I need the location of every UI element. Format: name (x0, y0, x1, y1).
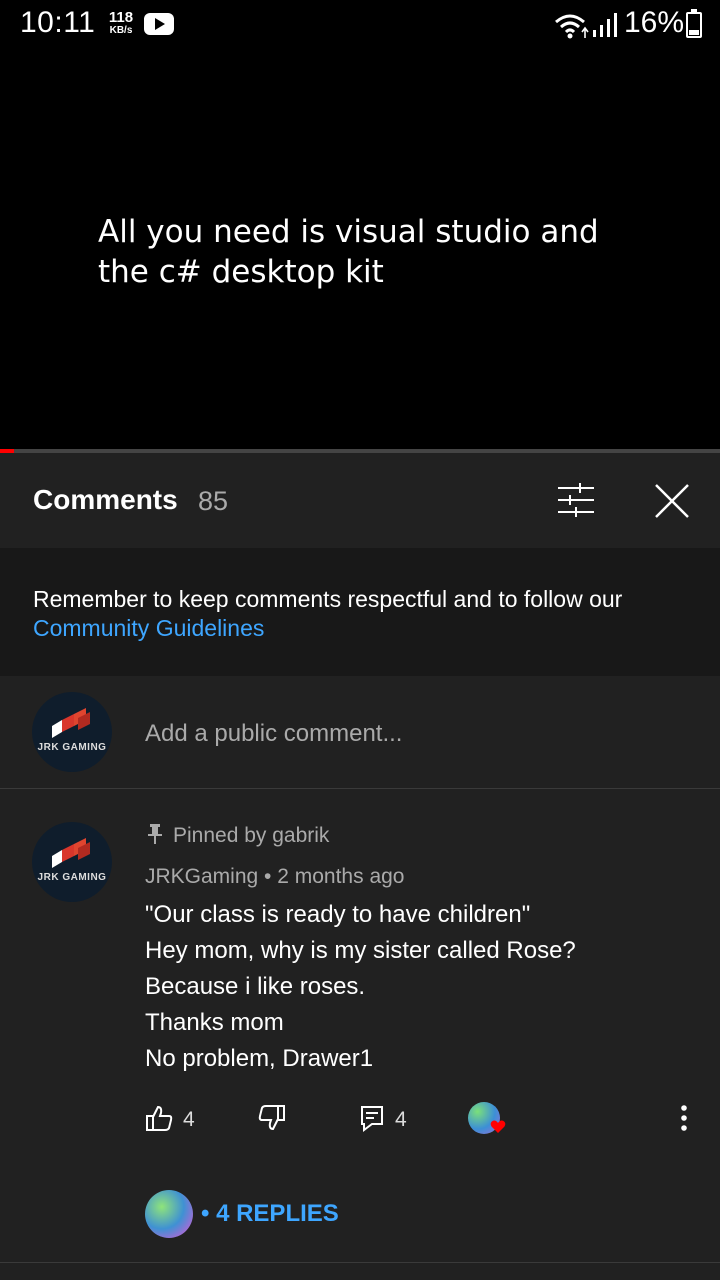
reply-count: 4 (395, 1108, 407, 1131)
video-player[interactable]: All you need is visual studio and the c#… (0, 50, 720, 452)
signal-icon (593, 13, 617, 37)
comment-line: Thanks mom (145, 1009, 284, 1036)
comment-time: 2 months ago (277, 865, 405, 888)
video-caption-line-1: All you need is visual studio and (98, 214, 599, 250)
comment-line: Hey mom, why is my sister called Rose? (145, 937, 576, 964)
user-avatar[interactable]: JRK GAMING (32, 692, 112, 772)
network-speed: 118 KB/s (104, 10, 138, 36)
video-caption: All you need is visual studio and the c#… (98, 212, 658, 292)
battery-icon (686, 9, 702, 38)
wifi-icon (555, 14, 589, 39)
comment-line: No problem, Drawer1 (145, 1045, 374, 1072)
close-icon[interactable] (652, 481, 692, 521)
comments-header: Comments 85 (0, 453, 720, 548)
divider (0, 1262, 720, 1263)
status-bar: 10:11 118 KB/s 16% (0, 0, 720, 50)
dislike-button[interactable] (258, 1090, 290, 1146)
replies-text: 4 REPLIES (216, 1200, 339, 1227)
meta-separator: • (264, 865, 278, 888)
notice-text: Remember to keep comments respectful and… (33, 586, 623, 612)
comment-body: "Our class is ready to have children" He… (145, 897, 576, 1077)
network-speed-unit: KB/s (109, 25, 133, 36)
reply-button[interactable]: 4 (360, 1090, 420, 1146)
pinned-text: Pinned by gabrik (173, 824, 330, 847)
comment-line: "Our class is ready to have children" (145, 901, 531, 928)
battery-percent: 16% (624, 6, 685, 39)
heart-icon (490, 1120, 506, 1133)
comments-panel: Comments 85 Remember to keep comments re… (0, 453, 720, 1280)
reply-author-avatar (145, 1190, 193, 1238)
reply-icon (361, 1106, 383, 1132)
replies-label[interactable]: • 4 REPLIES (201, 1200, 339, 1228)
community-guidelines-link[interactable]: Community Guidelines (33, 615, 264, 641)
like-count: 4 (183, 1108, 195, 1131)
comment-author-avatar[interactable]: JRK GAMING (32, 822, 112, 902)
comments-title: Comments (33, 484, 178, 515)
pin-icon (148, 824, 162, 844)
clock: 10:11 (20, 6, 96, 39)
avatar-label: JRK GAMING (37, 742, 107, 753)
sort-filter-icon[interactable] (556, 481, 596, 519)
comment-author[interactable]: JRKGaming (145, 865, 258, 888)
pinned-indicator: Pinned by gabrik (145, 823, 329, 848)
youtube-notification-icon (144, 13, 174, 35)
pinned-comment: JRK GAMING Pinned by gabrik JRKGaming • … (0, 790, 720, 1260)
add-comment-row[interactable]: JRK GAMING Add a public comment... (0, 676, 720, 789)
channel-logo-icon (52, 838, 90, 868)
more-options-icon[interactable] (670, 1102, 698, 1134)
add-comment-input[interactable]: Add a public comment... (145, 720, 402, 748)
replies-bullet: • (201, 1200, 210, 1227)
comment-meta: JRKGaming • 2 months ago (145, 865, 405, 889)
comment-actions: 4 4 (0, 1090, 720, 1146)
thumbs-down-icon (258, 1105, 285, 1131)
like-button[interactable]: 4 (145, 1090, 205, 1146)
video-caption-line-2: the c# desktop kit (98, 254, 384, 290)
avatar-label: JRK GAMING (37, 872, 107, 883)
comments-count: 85 (198, 486, 229, 516)
community-notice: Remember to keep comments respectful and… (0, 548, 720, 676)
channel-logo-icon (52, 708, 90, 738)
network-speed-value: 118 (108, 9, 134, 26)
comment-line: Because i like roses. (145, 973, 366, 1000)
thumbs-up-icon (146, 1105, 173, 1131)
